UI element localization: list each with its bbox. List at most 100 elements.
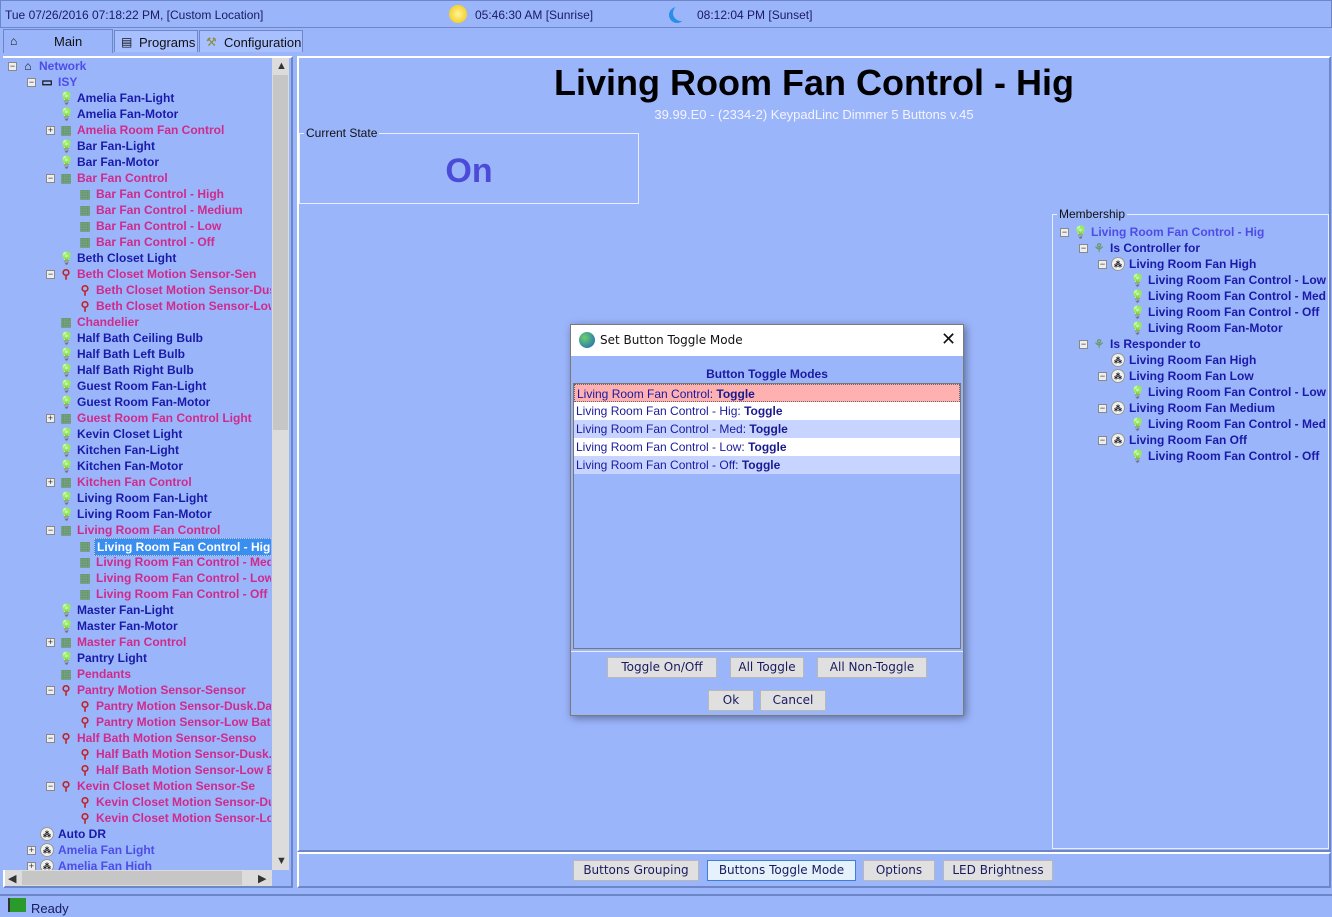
collapse-icon[interactable]: − (1098, 372, 1107, 381)
tree-item[interactable]: ⚲ Half Bath Motion Sensor-Low B (3, 762, 271, 778)
device-tree[interactable]: − ⌂ Network − ▭ ISY 💡 Amelia Fan-Light 💡 Amelia F… (3, 58, 271, 870)
collapse-icon[interactable]: − (46, 782, 55, 791)
tree-item[interactable]: 💡 Kitchen Fan-Motor (3, 458, 271, 474)
tree-item[interactable]: ▦ Bar Fan Control - Medium (3, 202, 271, 218)
tree-item[interactable]: 💡 Bar Fan-Motor (3, 154, 271, 170)
tree-item[interactable]: − ⚘ Is Controller for (1056, 240, 1328, 256)
expand-icon[interactable]: + (46, 126, 55, 135)
ok-button[interactable]: Ok (708, 690, 754, 711)
tree-item[interactable]: ▦ Pendants (3, 666, 271, 682)
tree-item[interactable]: ▦ Bar Fan Control - Off (3, 234, 271, 250)
tree-item[interactable]: 💡 Living Room Fan Control - Med (1056, 416, 1328, 432)
tree-item[interactable]: ⚲ Kevin Closet Motion Sensor-Lo (3, 810, 271, 826)
tree-item[interactable]: ▦ Chandelier (3, 314, 271, 330)
collapse-icon[interactable]: − (27, 78, 36, 87)
tree-item[interactable]: + ⁂ Amelia Fan High (3, 858, 271, 870)
led-brightness-button[interactable]: LED Brightness (943, 860, 1053, 881)
tree-item[interactable]: ▦ Living Room Fan Control - Low (3, 570, 271, 586)
collapse-icon[interactable]: − (46, 270, 55, 279)
toggle-mode-row[interactable]: Living Room Fan Control - Hig: Toggle (574, 402, 960, 420)
tree-item[interactable]: ⚲ Pantry Motion Sensor-Dusk.Da (3, 698, 271, 714)
tree-item[interactable]: 💡 Living Room Fan Control - Low (1056, 384, 1328, 400)
toggle-modes-list[interactable]: Living Room Fan Control: Toggle Living Ro… (573, 383, 961, 649)
tab-programs[interactable]: ▤ Programs (114, 30, 198, 52)
tree-item[interactable]: 💡 Living Room Fan Control - Off (1056, 304, 1328, 320)
tree-item[interactable]: 💡 Pantry Light (3, 650, 271, 666)
tab-configuration[interactable]: ⚒ Configuration (199, 30, 303, 52)
all-toggle-button[interactable]: All Toggle (730, 657, 804, 678)
tree-item[interactable]: − ⁂ Living Room Fan Off (1056, 432, 1328, 448)
collapse-icon[interactable]: − (1098, 436, 1107, 445)
tree-item[interactable]: + ▦ Amelia Room Fan Control (3, 122, 271, 138)
tree-item[interactable]: ⚲ Pantry Motion Sensor-Low Bat (3, 714, 271, 730)
expand-icon[interactable]: + (27, 862, 36, 870)
tree-item[interactable]: ⁂ Living Room Fan High (1056, 352, 1328, 368)
collapse-icon[interactable]: − (1060, 228, 1069, 237)
tree-item[interactable]: 💡 Half Bath Ceiling Bulb (3, 330, 271, 346)
tree-item[interactable]: 💡 Kitchen Fan-Light (3, 442, 271, 458)
tree-item[interactable]: 💡 Living Room Fan Control - Low (1056, 272, 1328, 288)
tree-item[interactable]: 💡 Bar Fan-Light (3, 138, 271, 154)
collapse-icon[interactable]: − (46, 734, 55, 743)
tree-item[interactable]: 💡 Amelia Fan-Light (3, 90, 271, 106)
tree-item[interactable]: ▦ Bar Fan Control - Low (3, 218, 271, 234)
tree-item[interactable]: − ▦ Living Room Fan Control (3, 522, 271, 538)
tree-item[interactable]: 💡 Living Room Fan-Light (3, 490, 271, 506)
tree-item[interactable]: − ⌂ Network (3, 58, 271, 74)
tree-item[interactable]: + ▦ Guest Room Fan Control Light (3, 410, 271, 426)
tree-item[interactable]: 💡 Living Room Fan Control - Off (1056, 448, 1328, 464)
tree-item[interactable]: − ⚲ Beth Closet Motion Sensor-Sen (3, 266, 271, 282)
collapse-icon[interactable]: − (8, 62, 17, 71)
tab-main[interactable]: ⌂ Main (3, 29, 113, 53)
tree-item[interactable]: ▦ Living Room Fan Control - Off (3, 586, 271, 602)
toggle-mode-row[interactable]: Living Room Fan Control: Toggle (574, 384, 960, 402)
expand-icon[interactable]: + (46, 478, 55, 487)
tree-item[interactable]: 💡 Living Room Fan Control - Med (1056, 288, 1328, 304)
options-button[interactable]: Options (863, 860, 935, 881)
tree-item[interactable]: ⚲ Beth Closet Motion Sensor-Low (3, 298, 271, 314)
tree-item[interactable]: 💡 Half Bath Right Bulb (3, 362, 271, 378)
collapse-icon[interactable]: − (46, 686, 55, 695)
tree-item[interactable]: ⁂ Auto DR (3, 826, 271, 842)
tree-item[interactable]: + ▦ Kitchen Fan Control (3, 474, 271, 490)
toggle-mode-row[interactable]: Living Room Fan Control - Off: Toggle (574, 456, 960, 474)
tree-item[interactable]: − ⁂ Living Room Fan Medium (1056, 400, 1328, 416)
scrollbar-thumb[interactable] (22, 871, 242, 885)
collapse-icon[interactable]: − (46, 174, 55, 183)
tree-item[interactable]: 💡 Living Room Fan-Motor (3, 506, 271, 522)
tree-item[interactable]: − ⚲ Half Bath Motion Sensor-Senso (3, 730, 271, 746)
tree-item[interactable]: + ⁂ Amelia Fan Light (3, 842, 271, 858)
tree-item[interactable]: 💡 Guest Room Fan-Motor (3, 394, 271, 410)
toggle-on-off-button[interactable]: Toggle On/Off (607, 657, 717, 678)
collapse-icon[interactable]: − (1098, 260, 1107, 269)
tree-item[interactable]: − ⚘ Is Responder to (1056, 336, 1328, 352)
cancel-button[interactable]: Cancel (760, 690, 826, 711)
tree-item[interactable]: − ⚲ Kevin Closet Motion Sensor-Se (3, 778, 271, 794)
expand-icon[interactable]: + (46, 638, 55, 647)
tree-item[interactable]: ⚲ Beth Closet Motion Sensor-Dus (3, 282, 271, 298)
scroll-up-icon[interactable]: ▲ (276, 60, 287, 72)
scroll-left-icon[interactable]: ◀ (8, 872, 16, 885)
toggle-mode-row[interactable]: Living Room Fan Control - Med: Toggle (574, 420, 960, 438)
tree-item[interactable]: 💡 Amelia Fan-Motor (3, 106, 271, 122)
collapse-icon[interactable]: − (1098, 404, 1107, 413)
tree-item[interactable]: − ⁂ Living Room Fan Low (1056, 368, 1328, 384)
collapse-icon[interactable]: − (46, 526, 55, 535)
tree-item[interactable]: − ▭ ISY (3, 74, 271, 90)
tree-item[interactable]: − ▦ Bar Fan Control (3, 170, 271, 186)
tree-item[interactable]: 💡 Master Fan-Motor (3, 618, 271, 634)
tree-item[interactable]: 💡 Half Bath Left Bulb (3, 346, 271, 362)
membership-tree[interactable]: − 💡 Living Room Fan Control - Hig − ⚘ Is Cont… (1056, 224, 1328, 844)
tree-item[interactable]: ▦ Living Room Fan Control - Hig (3, 538, 271, 556)
tree-item[interactable]: 💡 Master Fan-Light (3, 602, 271, 618)
tree-item[interactable]: + ▦ Master Fan Control (3, 634, 271, 650)
tree-item[interactable]: − ⁂ Living Room Fan High (1056, 256, 1328, 272)
tree-item[interactable]: − 💡 Living Room Fan Control - Hig (1056, 224, 1328, 240)
toggle-mode-row[interactable]: Living Room Fan Control - Low: Toggle (574, 438, 960, 456)
scrollbar-thumb[interactable] (273, 75, 288, 430)
tree-item[interactable]: − ⚲ Pantry Motion Sensor-Sensor (3, 682, 271, 698)
expand-icon[interactable]: + (46, 414, 55, 423)
tree-item[interactable]: 💡 Living Room Fan-Motor (1056, 320, 1328, 336)
all-non-toggle-button[interactable]: All Non-Toggle (817, 657, 927, 678)
tree-item[interactable]: ▦ Bar Fan Control - High (3, 186, 271, 202)
